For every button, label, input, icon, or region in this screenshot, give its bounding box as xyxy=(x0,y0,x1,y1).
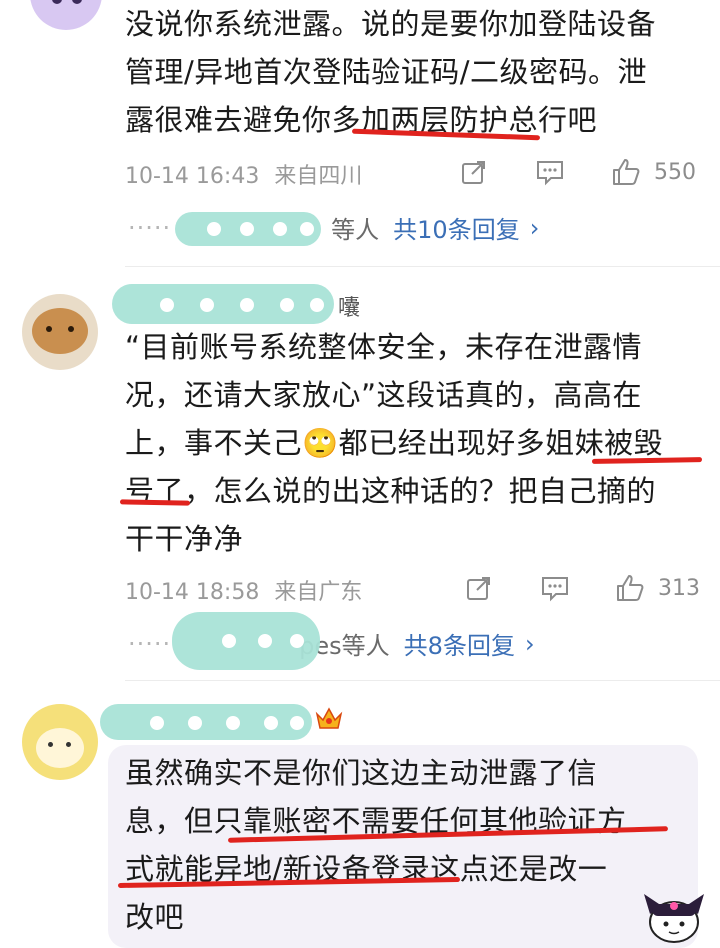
comment-text: 没说你系统泄露。说的是要你加登陆设备 管理/异地首次登陆验证码/二级密码。泄 露… xyxy=(125,0,715,144)
divider xyxy=(125,266,720,267)
chevron-right-icon: › xyxy=(529,213,540,242)
like-count: 550 xyxy=(654,159,696,185)
reply-link[interactable]: 共10条回复 xyxy=(393,210,520,245)
comment-text: 虽然确实不是你们这边主动泄露了信 息，但只靠账密不需要任何其他验证方 式就能异地… xyxy=(125,749,700,941)
comment-line: “目前账号系统整体安全，未存在泄露情 xyxy=(125,330,643,364)
crown-badge-icon xyxy=(315,707,343,729)
avatar[interactable] xyxy=(22,294,98,370)
location: 来自广东 xyxy=(274,580,363,605)
redaction-blur xyxy=(100,704,312,740)
comment-line: 露很难去避免你多加两层防护总行吧 xyxy=(125,103,598,137)
sticker-icon xyxy=(644,894,704,943)
comment-button[interactable] xyxy=(540,574,570,602)
comment-line: 况，还请大家放心”这段话真的，高高在 xyxy=(125,378,643,412)
comment-line: 干干净净 xyxy=(125,522,244,556)
comment-time: 10-14 18:58 来自广东 xyxy=(125,574,362,606)
comment-icon xyxy=(537,161,563,186)
comment-line: 没说你系统泄露。说的是要你加登陆设备 xyxy=(125,7,657,41)
comment-line: 虽然确实不是你们这边主动泄露了信 xyxy=(125,756,598,790)
like-button[interactable]: 313 xyxy=(614,572,700,604)
like-button[interactable]: 550 xyxy=(610,156,696,188)
share-button[interactable] xyxy=(465,574,493,602)
thumbs-up-icon xyxy=(613,159,640,185)
comment-text: “目前账号系统整体安全，未存在泄露情 况，还请大家放心”这段话真的，高高在 上，… xyxy=(125,323,720,563)
reply-dots: ····· xyxy=(128,213,172,242)
timestamp: 10-14 18:58 xyxy=(125,580,260,605)
timestamp: 10-14 16:43 xyxy=(125,164,260,189)
avatar[interactable] xyxy=(30,0,102,30)
comment-line: 管理/异地首次登陆验证码/二级密码。泄 xyxy=(125,55,648,89)
like-count: 313 xyxy=(658,575,700,601)
comment-icon xyxy=(542,577,568,602)
share-icon xyxy=(462,161,485,184)
reply-tail: 等人 xyxy=(331,216,380,244)
comment-button[interactable] xyxy=(535,158,565,186)
share-button[interactable] xyxy=(460,158,488,186)
thumbs-up-icon xyxy=(617,575,644,601)
chevron-right-icon: › xyxy=(524,629,535,658)
comment-time: 10-14 16:43 来自四川 xyxy=(125,158,362,190)
comment-line: 号了，怎么说的出这种话的？把自己摘的 xyxy=(125,474,657,508)
comment-line: 改吧 xyxy=(125,900,185,934)
reply-link[interactable]: 共8条回复 xyxy=(404,626,515,661)
redaction-blur xyxy=(112,284,334,324)
username-fragment: 囔 xyxy=(338,296,361,321)
divider xyxy=(125,680,720,681)
location: 来自四川 xyxy=(274,164,363,189)
avatar[interactable] xyxy=(22,704,98,780)
share-icon xyxy=(467,577,490,600)
reply-dots: ····· xyxy=(128,629,172,658)
